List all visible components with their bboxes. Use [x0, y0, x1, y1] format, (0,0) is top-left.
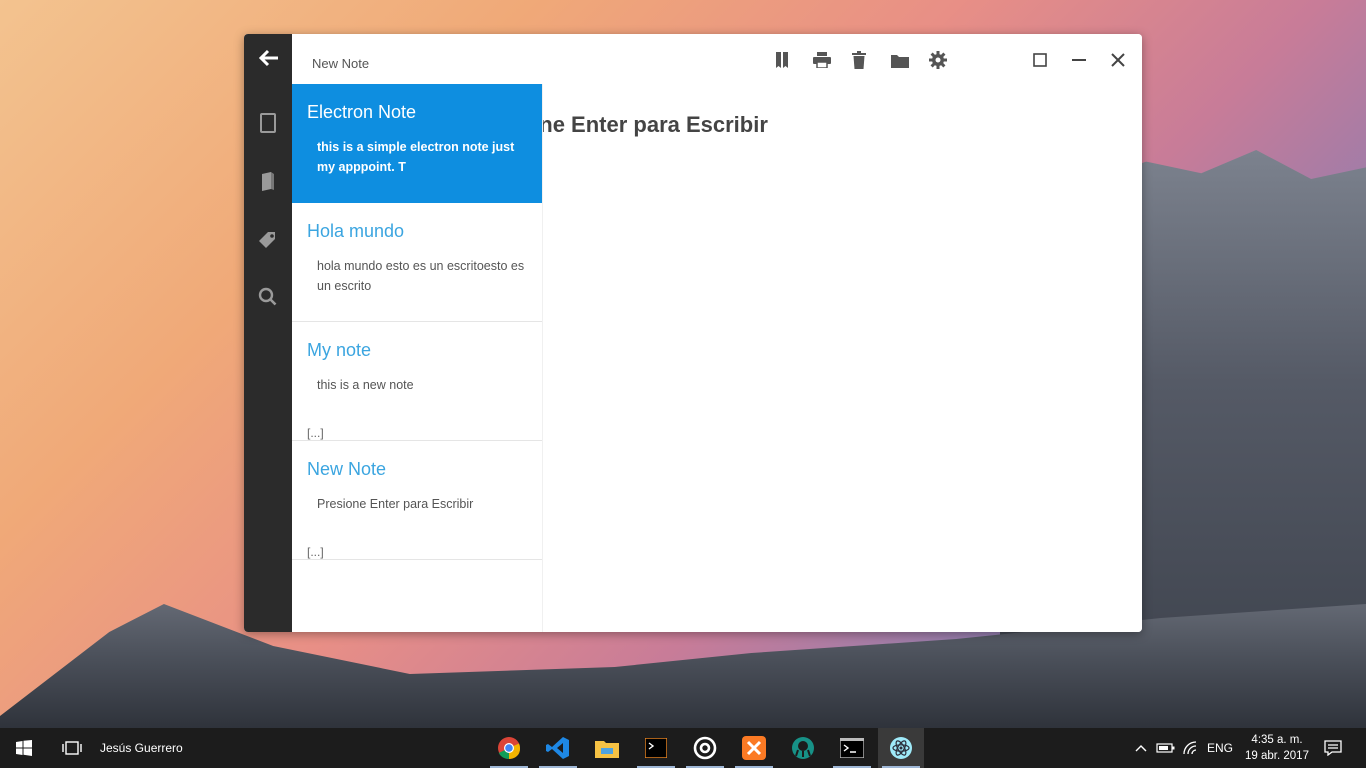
- folder-icon[interactable]: [888, 48, 912, 72]
- minimize-icon[interactable]: [1067, 48, 1091, 72]
- terminal-icon[interactable]: [633, 728, 679, 768]
- side-rail: [244, 34, 292, 632]
- cmd-icon[interactable]: [829, 728, 875, 768]
- note-preview: this is a simple electron note just my a…: [317, 140, 515, 174]
- notes-list: Electron Note this is a simple electron …: [292, 84, 543, 632]
- notebook-icon[interactable]: [244, 161, 292, 201]
- app-icon[interactable]: [682, 728, 728, 768]
- xampp-icon[interactable]: [731, 728, 777, 768]
- gitkraken-icon[interactable]: [780, 728, 826, 768]
- note-title: My note: [307, 340, 372, 360]
- clock[interactable]: 4:35 a. m. 19 abr. 2017: [1244, 732, 1310, 764]
- electron-icon[interactable]: [878, 728, 924, 768]
- taskbar: Jesús Guerrero ENG 4:35 a. m. 19 abr. 20…: [0, 728, 1366, 768]
- taskbar-user[interactable]: Jesús Guerrero: [100, 741, 183, 755]
- trash-icon[interactable]: [847, 48, 871, 72]
- list-item[interactable]: My note this is a new note [...]: [292, 322, 542, 441]
- bookmark-icon[interactable]: [770, 48, 794, 72]
- clock-date: 19 abr. 2017: [1245, 750, 1309, 762]
- chrome-icon[interactable]: [486, 728, 532, 768]
- search-icon[interactable]: [244, 277, 292, 317]
- app-window: New Note Presione Enter para Escribir: [244, 34, 1142, 632]
- task-view-icon[interactable]: [50, 728, 94, 768]
- list-item[interactable]: Hola mundo hola mundo esto es un escrito…: [292, 203, 542, 322]
- tag-icon[interactable]: [244, 220, 292, 260]
- back-arrow-icon[interactable]: [244, 38, 292, 78]
- list-item[interactable]: New Note Presione Enter para Escribir [.…: [292, 441, 542, 560]
- note-preview: hola mundo esto es un escritoesto es un …: [317, 259, 525, 293]
- maximize-icon[interactable]: [1028, 48, 1052, 72]
- close-icon[interactable]: [1106, 48, 1130, 72]
- print-icon[interactable]: [810, 48, 834, 72]
- list-item[interactable]: Electron Note this is a simple electron …: [292, 84, 542, 203]
- note-preview: Presione Enter para Escribir: [317, 497, 474, 511]
- note-title: Electron Note: [307, 102, 417, 122]
- wifi-icon[interactable]: [1180, 728, 1204, 768]
- note-editor[interactable]: Presione Enter para Escribir: [542, 86, 1142, 632]
- note-ellipsis: [...]: [307, 545, 324, 559]
- note-ellipsis: [...]: [307, 426, 324, 440]
- windows-start-icon[interactable]: [0, 728, 48, 768]
- clock-time: 4:35 a. m.: [1251, 734, 1303, 746]
- note-title: New Note: [307, 459, 387, 479]
- vscode-icon[interactable]: [535, 728, 581, 768]
- note-preview: this is a new note: [317, 378, 414, 392]
- note-icon[interactable]: [244, 103, 292, 143]
- chevron-up-icon[interactable]: [1132, 728, 1150, 768]
- gear-icon[interactable]: [926, 48, 950, 72]
- battery-icon[interactable]: [1154, 728, 1178, 768]
- notification-center-icon[interactable]: [1318, 728, 1348, 768]
- title-bar: New Note: [292, 34, 1142, 87]
- note-title: Hola mundo: [307, 221, 405, 241]
- window-title: New Note: [312, 56, 370, 71]
- editor-title[interactable]: Presione Enter para Escribir: [542, 112, 768, 138]
- file-explorer-icon[interactable]: [584, 728, 630, 768]
- language-indicator[interactable]: ENG: [1207, 741, 1233, 755]
